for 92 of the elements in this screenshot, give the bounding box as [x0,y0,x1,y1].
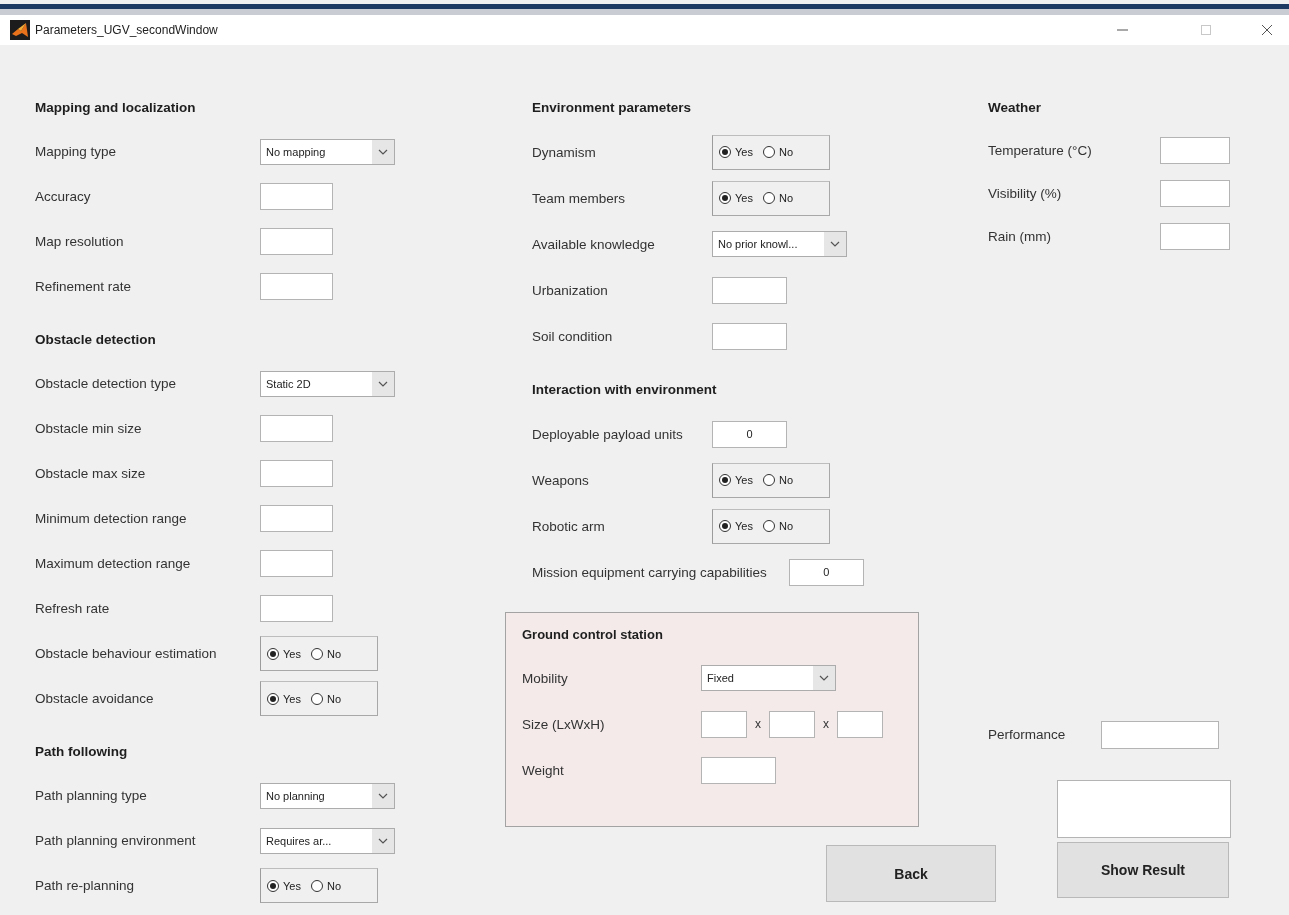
field-label: Obstacle behaviour estimation [35,646,218,661]
field-label: Urbanization [532,282,609,298]
radio-button[interactable]: No [762,146,793,158]
input-field[interactable] [260,595,333,622]
field-label: Deployable payload units [532,426,684,442]
field-label: Team members [532,190,627,206]
input-field[interactable] [260,460,333,487]
input-field[interactable] [769,710,815,738]
radio-button[interactable]: Yes [719,520,753,532]
input-field[interactable] [701,710,747,738]
radio-button[interactable]: Yes [267,647,301,660]
section-heading: Interaction with environment [532,380,718,399]
field-label: Rain (mm) [988,229,1052,244]
radio-button[interactable]: Yes [719,192,753,204]
radio-button[interactable]: No [762,520,793,532]
chevron-down-icon [372,139,394,164]
dropdown[interactable]: Static 2D [260,370,395,397]
app-icon [10,20,30,40]
chevron-down-icon [372,828,394,853]
dropdown[interactable]: No planning [260,782,395,809]
input-field[interactable] [712,276,787,304]
field-label: Map resolution [35,234,125,249]
field-label: Obstacle avoidance [35,691,155,706]
close-icon[interactable] [1262,25,1272,35]
dropdown[interactable]: No mapping [260,138,395,165]
input-field[interactable] [260,228,333,255]
chevron-down-icon [813,666,835,690]
action-button[interactable]: Back [826,845,996,902]
radio-button[interactable]: No [310,647,341,660]
field-label: Path re-planning [35,878,136,893]
input-field[interactable] [260,273,333,300]
action-button[interactable]: Show Result [1057,842,1229,898]
radio-button[interactable]: Yes [267,879,301,892]
input-field[interactable] [712,322,787,350]
input-field[interactable] [260,505,333,532]
radio-button[interactable]: Yes [719,474,753,486]
input-field[interactable] [701,756,776,784]
field-label: Visibility (%) [988,186,1063,201]
field-label: Robotic arm [532,518,606,534]
field-label: Minimum detection range [35,511,188,526]
field-label: Dynamism [532,144,597,160]
input-field[interactable]: 0 [712,420,787,448]
section-heading: Path following [35,742,129,761]
section-heading: Weather [988,98,1043,117]
chevron-down-icon [824,232,846,256]
radio-button[interactable]: No [310,879,341,892]
field-label: Mission equipment carrying capabilities [532,564,768,580]
field-label: Mapping type [35,144,118,159]
input-field[interactable] [260,550,333,577]
dropdown[interactable]: Fixed [701,665,836,691]
field-label: Weapons [532,472,590,488]
dimension-separator: x [754,717,762,731]
field-label: Mobility [522,670,569,686]
maximize-icon[interactable] [1200,25,1211,35]
section-heading: Ground control station [522,625,664,644]
field-label: Accuracy [35,189,92,204]
section-heading: Mapping and localization [35,98,197,117]
radio-button[interactable]: No [762,192,793,204]
field-label: Maximum detection range [35,556,192,571]
field-label: Temperature (°C) [988,143,1093,158]
input-field[interactable] [1160,180,1230,207]
dropdown[interactable]: Requires ar... [260,827,395,854]
field-label: Refresh rate [35,601,111,616]
radio-button[interactable]: No [310,692,341,705]
field-label: Obstacle detection type [35,376,178,391]
dropdown[interactable]: No prior knowl... [712,231,847,257]
radio-button[interactable]: No [762,474,793,486]
field-label: Obstacle min size [35,421,143,436]
input-field[interactable] [837,710,883,738]
chevron-down-icon [372,371,394,396]
field-label: Available knowledge [532,236,656,252]
field-label: Weight [522,762,565,778]
field-label: Path planning type [35,788,148,803]
field-label: Size (LxWxH) [522,716,606,732]
chevron-down-icon [372,783,394,808]
field-label: Path planning environment [35,833,197,848]
input-field[interactable] [260,183,333,210]
section-heading: Environment parameters [532,98,693,117]
radio-button[interactable]: Yes [719,146,753,158]
field-label: Obstacle max size [35,466,147,481]
radio-button[interactable]: Yes [267,692,301,705]
section-heading: Obstacle detection [35,330,157,349]
input-field[interactable] [260,415,333,442]
input-field[interactable] [1101,720,1219,749]
field-label: Soil condition [532,328,614,344]
field-label: Performance [988,727,1067,742]
input-field[interactable]: 0 [788,558,864,586]
dimension-separator: x [822,717,830,731]
field-label: Refinement rate [35,279,133,294]
input-field[interactable] [1160,137,1230,164]
window-title: Parameters_UGV_secondWindow [35,23,219,37]
input-field[interactable] [1160,223,1230,250]
